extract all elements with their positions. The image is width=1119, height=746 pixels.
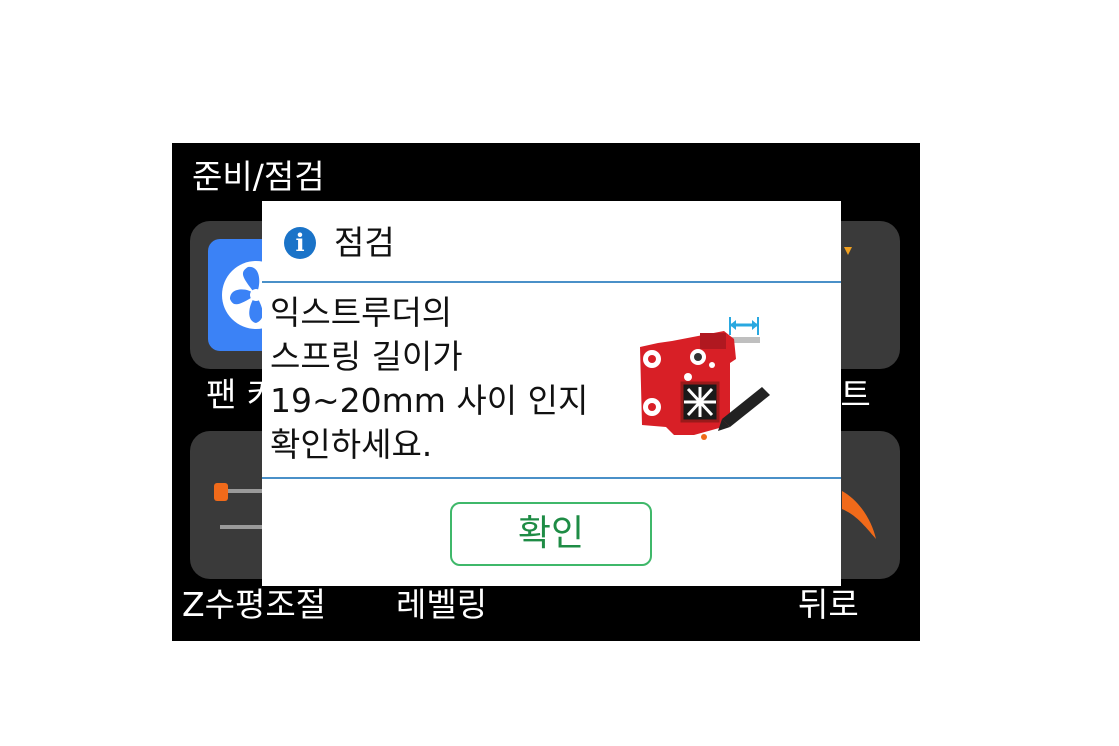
screen-title: 준비/점검	[192, 157, 325, 196]
back-tile-label: 뒤로	[798, 585, 859, 624]
z-level-tile-label: Z수평조절	[182, 585, 327, 624]
body-divider	[262, 477, 841, 479]
dialog-title: 점검	[334, 223, 395, 262]
dialog-header: i 점검	[262, 201, 841, 283]
header-divider	[262, 281, 841, 283]
inspection-dialog: i 점검 익스트루더의 스프링 길이가 19~20mm 사이 인지 확인하세요.	[262, 201, 841, 586]
confirm-button[interactable]: 확인	[450, 502, 652, 566]
extruder-spring-icon	[640, 317, 770, 440]
info-icon: i	[284, 227, 316, 259]
leveling-tile-label: 레벨링	[396, 585, 488, 624]
dialog-message: 익스트루더의 스프링 길이가 19~20mm 사이 인지 확인하세요.	[270, 293, 589, 464]
